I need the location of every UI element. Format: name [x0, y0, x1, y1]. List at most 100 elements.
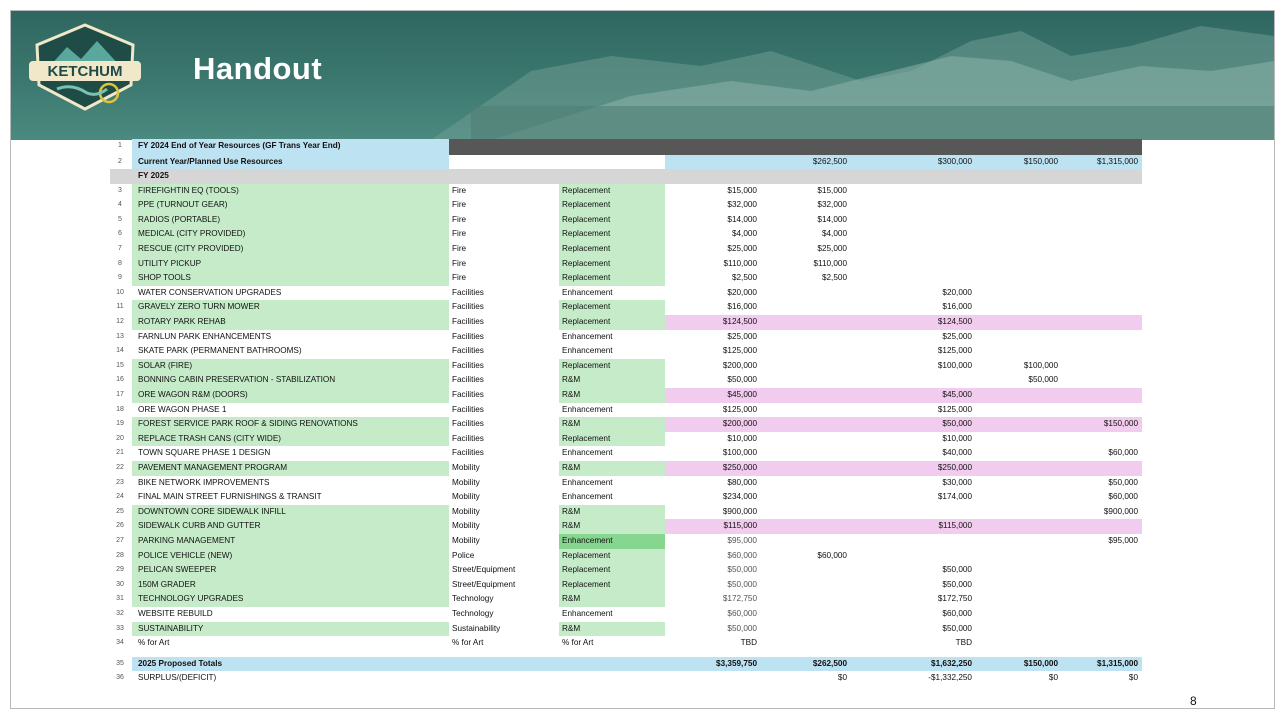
item-category: % for Art — [452, 638, 484, 648]
item-category: Facilities — [452, 331, 484, 341]
table-row: 14 SKATE PARK (PERMANENT BATHROOMS) Facili… — [110, 344, 1142, 359]
item-category — [449, 169, 559, 184]
row-number: 13 — [116, 332, 124, 340]
item-amount: $60,000 — [727, 608, 757, 618]
item-name: GRAVELY ZERO TURN MOWER — [132, 300, 449, 316]
item-name: WEBSITE REBUILD — [138, 608, 213, 618]
table-row: 16 BONNING CABIN PRESERVATION - STABILIZA… — [110, 373, 1142, 388]
item-type: Enhancement — [562, 608, 613, 618]
item-name: Current Year/Planned Use Resources — [132, 154, 449, 170]
fund-3-amount — [976, 271, 1062, 286]
fund-3-amount — [976, 184, 1062, 199]
item-type: Replacement — [559, 227, 665, 243]
item-category: Fire — [452, 229, 467, 239]
item-type — [559, 155, 665, 170]
fund-1-amount — [761, 169, 851, 184]
item-name: FY 2025 — [138, 171, 169, 181]
item-amount: $15,000 — [727, 185, 757, 195]
item-amount: $25,000 — [727, 244, 757, 254]
table-row: 29 PELICAN SWEEPER Street/Equipment Replace… — [110, 563, 1142, 578]
fund-3-amount — [976, 534, 1062, 549]
fund-4-amount: $95,000 — [1108, 535, 1138, 545]
fund-3-amount — [976, 300, 1062, 315]
item-name: PELICAN SWEEPER — [132, 563, 449, 578]
fund-1-amount — [761, 505, 851, 520]
item-amount — [665, 154, 761, 170]
fund-2-amount: $45,000 — [942, 390, 972, 399]
table-row: 17 ORE WAGON R&M (DOORS) Facilities R&M $45,… — [110, 388, 1142, 403]
row-number: 10 — [116, 288, 124, 296]
item-type: Enhancement — [562, 477, 613, 487]
fund-4-amount — [1062, 257, 1142, 272]
fund-3-amount — [976, 257, 1062, 272]
item-amount: $250,000 — [722, 462, 757, 472]
table-row: 18 ORE WAGON PHASE 1 Facilities Enhancement… — [110, 403, 1142, 418]
item-name: ORE WAGON R&M (DOORS) — [132, 388, 449, 403]
item-name: SOLAR (FIRE) — [132, 358, 449, 374]
fund-2-amount: $124,500 — [937, 317, 972, 327]
table-row: 36 SURPLUS/(DEFICIT) $0 -$1,332,250 $0 $0 — [110, 671, 1142, 686]
item-category: Sustainability — [452, 623, 501, 633]
fund-2-amount: $30,000 — [942, 477, 972, 487]
header-banner: KETCHUM Handout — [11, 11, 1274, 140]
row-number: 28 — [116, 551, 124, 559]
fund-3-amount — [976, 607, 1062, 622]
fund-2-amount: $25,000 — [942, 331, 972, 341]
fund-4-amount — [1062, 242, 1142, 257]
item-amount: $124,500 — [722, 317, 757, 327]
item-type: Replacement — [559, 256, 665, 272]
fund-2-amount — [851, 549, 976, 564]
row-number: 19 — [116, 420, 124, 428]
fund-3-amount — [976, 432, 1062, 447]
fund-2-amount — [851, 373, 976, 388]
fund-3-amount: $50,000 — [1028, 375, 1058, 385]
fund-1-amount — [761, 344, 851, 359]
fund-3-amount — [976, 476, 1062, 491]
fund-2-amount: $125,000 — [937, 404, 972, 414]
fund-2-amount: $125,000 — [937, 346, 972, 356]
item-type: Replacement — [559, 198, 665, 213]
item-name: POLICE VEHICLE (NEW) — [132, 548, 449, 564]
item-category: Facilities — [452, 448, 484, 458]
fund-2-amount — [851, 198, 976, 213]
table-row: 6 MEDICAL (CITY PROVIDED) Fire Replacement $… — [110, 227, 1142, 243]
item-category: Facilities — [452, 375, 484, 385]
fund-4-amount — [1062, 432, 1142, 447]
row-number: 5 — [118, 215, 122, 223]
fund-4-amount: $60,000 — [1108, 492, 1138, 502]
item-type — [559, 671, 665, 686]
row-number: 14 — [116, 347, 124, 355]
fund-1-amount: $60,000 — [817, 550, 847, 560]
fund-4-amount: $50,000 — [1108, 477, 1138, 487]
fund-3-amount: $150,000 — [976, 154, 1062, 170]
table-row: 24 FINAL MAIN STREET FURNISHINGS & TRANSI… — [110, 490, 1142, 505]
table-row: 12 ROTARY PARK REHAB Facilities Replacement… — [110, 315, 1142, 330]
item-amount: $115,000 — [723, 521, 757, 531]
table-row: 28 POLICE VEHICLE (NEW) Police Replacement $… — [110, 548, 1142, 564]
table-row: 21 TOWN SQUARE PHASE 1 DESIGN Facilities En… — [110, 446, 1142, 461]
fund-3-amount: $0 — [1048, 673, 1058, 683]
table-row: 9 SHOP TOOLS Fire Replacement $2,500 $2,500 — [110, 271, 1142, 286]
item-category: Facilities — [452, 419, 484, 429]
item-name: ORE WAGON PHASE 1 — [138, 404, 227, 414]
row-number: 3 — [118, 186, 122, 194]
fund-1-amount — [761, 461, 851, 476]
item-name: 150M GRADER — [132, 577, 449, 593]
item-name: FIREFIGHTIN EQ (TOOLS) — [132, 183, 449, 199]
fund-2-amount — [851, 227, 976, 242]
item-category: Fire — [452, 214, 467, 224]
item-type: Enhancement — [562, 404, 613, 414]
table-row: 22 PAVEMENT MANAGEMENT PROGRAM Mobility R&M… — [110, 460, 1142, 476]
item-amount: $3,359,750 — [665, 656, 761, 672]
fund-2-amount: $172,750 — [937, 594, 972, 604]
fund-1-amount — [761, 636, 851, 651]
item-type: Replacement — [559, 242, 665, 257]
table-row: 7 RESCUE (CITY PROVIDED) Fire Replacement $2… — [110, 242, 1142, 257]
item-type: Replacement — [559, 358, 665, 374]
item-amount: $16,000 — [727, 302, 757, 312]
table-row: 5 RADIOS (PORTABLE) Fire Replacement $14,000… — [110, 212, 1142, 228]
fund-3-amount — [976, 388, 1062, 403]
item-type: R&M — [559, 592, 665, 607]
item-amount: $95,000 — [727, 535, 757, 545]
fund-1-amount — [761, 403, 851, 418]
